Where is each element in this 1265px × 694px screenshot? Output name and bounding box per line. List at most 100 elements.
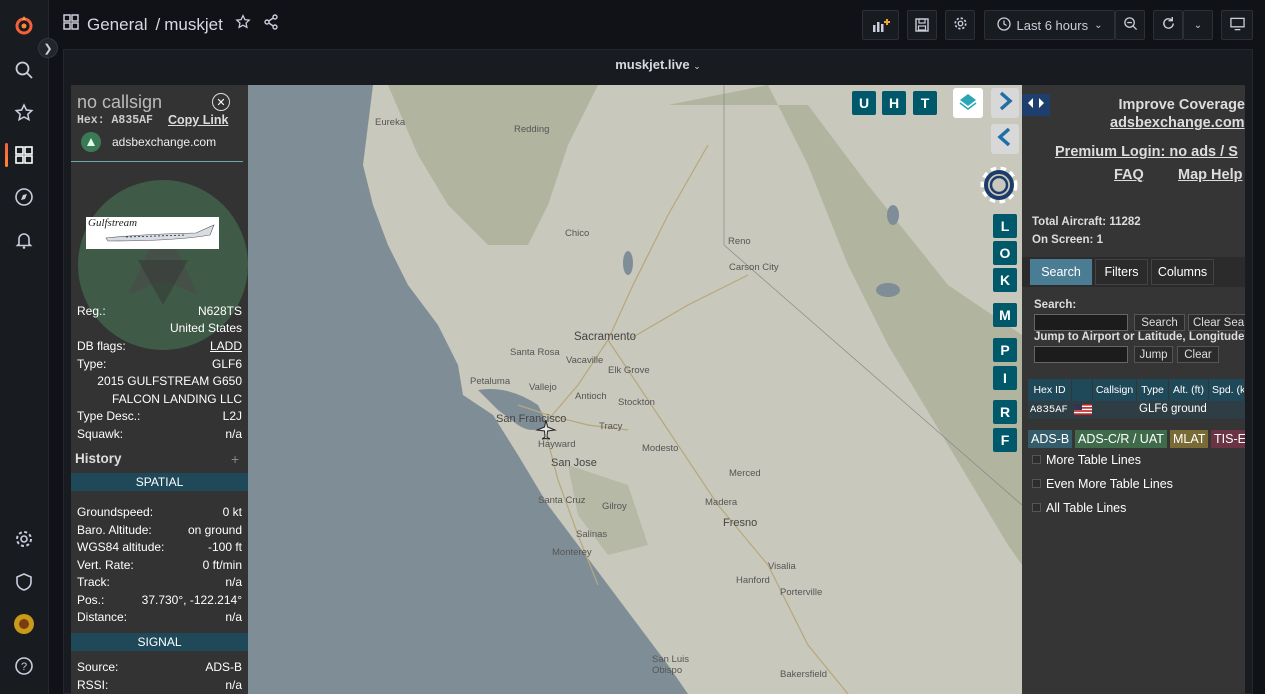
map-button-t[interactable]: T bbox=[913, 91, 937, 115]
tab-columns[interactable]: Columns bbox=[1151, 259, 1214, 285]
tab-filters[interactable]: Filters bbox=[1095, 259, 1148, 285]
column-altitude[interactable]: Alt. (ft) bbox=[1169, 379, 1209, 401]
aircraft-list-panel: Improve Coverage adsbexchange.com Premiu… bbox=[1022, 85, 1245, 694]
signal-header: SIGNAL bbox=[71, 633, 248, 651]
tab-search[interactable]: Search bbox=[1030, 259, 1092, 285]
city-label: Elk Grove bbox=[608, 365, 650, 376]
map-help-link[interactable]: Map Help bbox=[1178, 167, 1242, 183]
map-button-r[interactable]: R bbox=[993, 400, 1017, 424]
tv-mode-button[interactable] bbox=[1221, 10, 1253, 40]
layers-button[interactable] bbox=[953, 88, 983, 118]
history-heading[interactable]: History bbox=[75, 451, 122, 466]
star-icon[interactable] bbox=[235, 14, 251, 35]
refresh-button[interactable] bbox=[1153, 10, 1183, 40]
vrate-value: 0 ft/min bbox=[202, 558, 242, 572]
column-hex-id[interactable]: Hex ID bbox=[1028, 379, 1072, 401]
copy-link[interactable]: Copy Link bbox=[168, 113, 228, 127]
panel-title[interactable]: muskjet.live ⌄ bbox=[64, 57, 1252, 72]
groundspeed-value: 0 kt bbox=[222, 505, 242, 519]
search-button[interactable]: Search bbox=[1134, 314, 1185, 331]
close-icon[interactable]: ✕ bbox=[212, 93, 230, 111]
share-icon[interactable] bbox=[263, 14, 279, 35]
dbflags-row: DB flags: LADD bbox=[77, 339, 242, 353]
city-label: Bakersfield bbox=[780, 669, 827, 680]
city-label: Salinas bbox=[576, 529, 608, 540]
compass-icon[interactable] bbox=[12, 185, 36, 209]
column-type[interactable]: Type bbox=[1137, 379, 1169, 401]
breadcrumb-dashboard[interactable]: muskjet bbox=[164, 15, 223, 35]
save-button[interactable] bbox=[907, 10, 937, 40]
avatar[interactable] bbox=[12, 612, 36, 636]
pos-value: 37.730°, -122.214° bbox=[141, 593, 242, 607]
legend-adsb[interactable]: ADS-B bbox=[1028, 430, 1073, 448]
vrate-row: Vert. Rate: 0 ft/min bbox=[77, 558, 242, 572]
table-row[interactable]: A835AF GLF6 ground bbox=[1028, 401, 1245, 419]
map-button-m[interactable]: M bbox=[993, 303, 1017, 327]
breadcrumb-folder[interactable]: General bbox=[87, 15, 147, 35]
plus-icon[interactable]: + bbox=[231, 451, 239, 467]
column-speed[interactable]: Spd. (k bbox=[1209, 379, 1245, 401]
map-button-o[interactable]: O bbox=[993, 241, 1017, 265]
premium-link[interactable]: Premium Login: no ads / S bbox=[1055, 144, 1238, 160]
more-lines-checkbox[interactable] bbox=[1032, 455, 1041, 464]
legend-tisb[interactable]: TIS-E bbox=[1211, 430, 1245, 448]
hex-row: Hex: A835AF bbox=[77, 114, 153, 127]
map-button-l[interactable]: L bbox=[993, 214, 1017, 238]
jump-button[interactable]: Jump bbox=[1134, 346, 1173, 363]
faq-link[interactable]: FAQ bbox=[1114, 167, 1144, 183]
active-indicator bbox=[5, 143, 8, 167]
owner-value: FALCON LANDING LLC bbox=[111, 392, 242, 406]
total-aircraft: Total Aircraft: 11282 bbox=[1032, 216, 1141, 228]
arrows-horizontal-icon bbox=[1027, 96, 1045, 114]
clear-jump-button[interactable]: Clear bbox=[1177, 346, 1219, 363]
jump-input[interactable] bbox=[1034, 346, 1128, 363]
legend-adsc-uat[interactable]: ADS-C/R / UAT bbox=[1075, 430, 1167, 448]
city-label: Madera bbox=[705, 497, 738, 508]
help-icon[interactable]: ? bbox=[12, 654, 36, 678]
map-button-u[interactable]: U bbox=[852, 91, 876, 115]
map-button-h[interactable]: H bbox=[882, 91, 906, 115]
city-label: Stockton bbox=[618, 397, 655, 408]
city-label: Redding bbox=[514, 124, 550, 135]
map-button-p[interactable]: P bbox=[993, 338, 1017, 362]
shield-icon[interactable] bbox=[12, 570, 36, 594]
country-value: United States bbox=[169, 321, 242, 335]
adsbx-link[interactable]: adsbexchange.com bbox=[1110, 115, 1245, 131]
zoom-out-button[interactable] bbox=[1115, 10, 1145, 40]
map-button-k[interactable]: K bbox=[993, 268, 1017, 292]
sidebar-expand-button[interactable] bbox=[991, 88, 1019, 118]
model-row: 2015 GULFSTREAM G650 bbox=[77, 374, 242, 388]
monitor-icon bbox=[1229, 17, 1245, 34]
dbflags-label: DB flags: bbox=[77, 339, 126, 353]
map-canvas[interactable]: Eureka Redding Chico Reno Carson City Sa… bbox=[248, 85, 1022, 694]
dashboards-icon[interactable] bbox=[12, 143, 36, 167]
aircraft-marker-icon[interactable] bbox=[535, 419, 557, 446]
add-panel-button[interactable] bbox=[862, 10, 899, 40]
search-icon[interactable] bbox=[12, 58, 36, 82]
map-button-f[interactable]: F bbox=[993, 428, 1017, 452]
column-callsign[interactable]: Callsign bbox=[1093, 379, 1137, 401]
clear-search-button[interactable]: Clear Sea bbox=[1188, 314, 1245, 331]
source-link[interactable]: adsbexchange.com bbox=[112, 135, 216, 149]
settings-button[interactable] bbox=[945, 10, 975, 40]
gear-icon[interactable] bbox=[12, 527, 36, 551]
grafana-logo-icon[interactable] bbox=[12, 13, 36, 37]
all-lines-checkbox[interactable] bbox=[1032, 503, 1041, 512]
bell-icon[interactable] bbox=[12, 228, 36, 252]
type-label: Type: bbox=[77, 357, 107, 371]
map-button-i[interactable]: I bbox=[993, 366, 1017, 390]
star-icon[interactable] bbox=[12, 101, 36, 125]
search-input[interactable] bbox=[1034, 314, 1128, 331]
aircraft-photo[interactable]: Gulfstream bbox=[86, 217, 219, 249]
time-range-picker[interactable]: Last 6 hours ⌄ bbox=[984, 10, 1115, 40]
sidebar-collapse-button[interactable] bbox=[991, 124, 1019, 154]
settings-gear-icon[interactable] bbox=[978, 164, 1020, 211]
expand-width-button[interactable] bbox=[1022, 94, 1050, 116]
refresh-interval-dropdown[interactable]: ⌄ bbox=[1183, 10, 1213, 40]
wgs-row: WGS84 altitude: -100 ft bbox=[77, 540, 242, 554]
city-label: Vacaville bbox=[566, 355, 604, 366]
even-more-lines-checkbox[interactable] bbox=[1032, 479, 1041, 488]
legend-mlat[interactable]: MLAT bbox=[1170, 430, 1209, 448]
dbflags-value[interactable]: LADD bbox=[210, 339, 242, 353]
column-flag[interactable] bbox=[1072, 379, 1093, 401]
